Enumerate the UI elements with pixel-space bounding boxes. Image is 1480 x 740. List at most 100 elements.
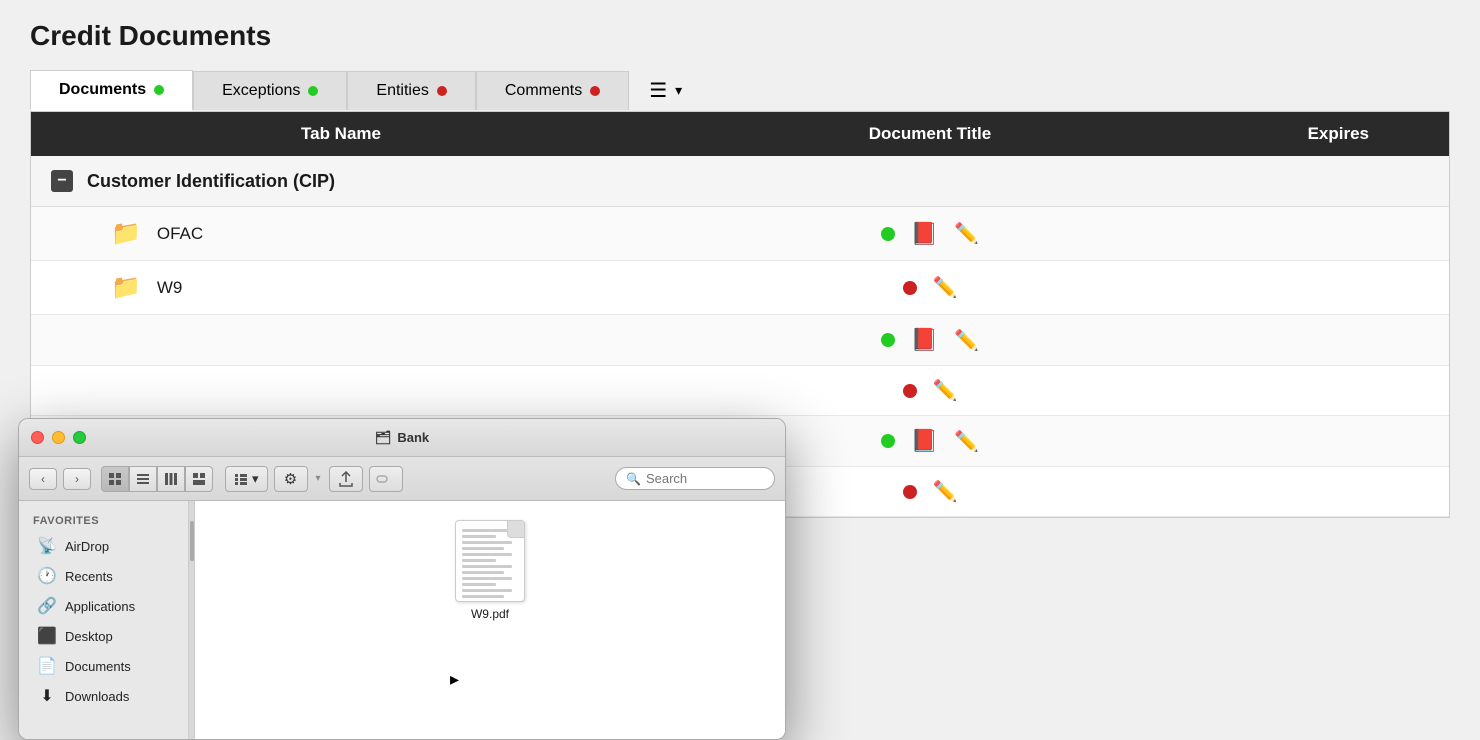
pdf-line [462, 583, 496, 586]
recents-icon: 🕐 [37, 566, 57, 586]
status-dot-3 [881, 333, 895, 347]
share-button[interactable] [329, 466, 363, 492]
sidebar-item-recents-label: Recents [65, 569, 113, 584]
desktop-icon: ⬛ [37, 626, 57, 646]
tabs-row: Documents Exceptions Entities Comments ☰… [30, 70, 1450, 111]
pdf-line [462, 601, 512, 602]
tab-exceptions-label: Exceptions [222, 82, 300, 100]
sidebar-item-documents-label: Documents [65, 659, 131, 674]
sidebar-item-documents[interactable]: 📄 Documents [23, 651, 184, 681]
finder-search-bar[interactable]: 🔍 [615, 467, 775, 490]
sidebar-item-applications[interactable]: 🔗 Applications [23, 591, 184, 621]
tab-exceptions[interactable]: Exceptions [193, 71, 347, 110]
finder-titlebar: 🗂 Bank [19, 419, 785, 457]
doc-status-cell-w9: ✏️ [631, 275, 1229, 300]
cursor: ▸ [450, 669, 459, 690]
sidebar-section-label: Favorites [19, 511, 188, 531]
tab-comments-label: Comments [505, 82, 582, 100]
edit-icon-w9[interactable]: ✏️ [933, 275, 958, 300]
finder-title-icon: 🗂 [375, 430, 392, 446]
tab-exceptions-dot [308, 86, 318, 96]
arrange-dropdown-arrow: ▾ [252, 471, 259, 487]
search-icon: 🔍 [626, 472, 641, 486]
pdf-line [462, 553, 512, 556]
edit-icon-ofac[interactable]: ✏️ [954, 221, 979, 246]
search-input[interactable] [646, 471, 766, 486]
window-minimize-button[interactable] [52, 431, 65, 444]
sidebar-item-desktop-label: Desktop [65, 629, 113, 644]
pdf-icon-3[interactable]: 📕 [911, 327, 938, 353]
section-header-cip: − Customer Identification (CIP) [31, 156, 1449, 207]
tab-comments[interactable]: Comments [476, 71, 629, 110]
pdf-line [462, 571, 504, 574]
tab-entities-label: Entities [376, 82, 428, 100]
edit-icon-4[interactable]: ✏️ [933, 378, 958, 403]
view-icon-button[interactable] [101, 466, 129, 492]
tab-documents-dot [154, 85, 164, 95]
table-header: Tab Name Document Title Expires [31, 112, 1449, 156]
header-tab-name: Tab Name [51, 124, 631, 144]
status-dot-4 [903, 384, 917, 398]
tab-documents-label: Documents [59, 81, 146, 99]
file-icon-container [450, 521, 530, 601]
doc-status-cell-ofac: 📕 ✏️ [631, 221, 1229, 247]
folder-icon-w9: 📁 [111, 273, 141, 302]
view-gallery-button[interactable] [185, 466, 213, 492]
doc-name-ofac: OFAC [157, 224, 203, 244]
tab-comments-dot [590, 86, 600, 96]
arrange-main: ▾ [226, 467, 267, 491]
gear-button[interactable]: ⚙ [274, 466, 308, 492]
back-button[interactable]: ‹ [29, 468, 57, 490]
menu-icon[interactable]: ☰ [649, 78, 667, 103]
doc-name-w9: W9 [157, 278, 183, 298]
pdf-line [462, 541, 512, 544]
sidebar-item-applications-label: Applications [65, 599, 135, 614]
pdf-file-thumbnail [455, 520, 525, 602]
header-expires: Expires [1229, 124, 1429, 144]
status-dot-w9 [903, 281, 917, 295]
view-buttons [101, 466, 213, 492]
finder-window: 🗂 Bank ‹ › ▾ ⚙ ▾ [18, 418, 786, 740]
pdf-icon-ofac[interactable]: 📕 [911, 221, 938, 247]
status-dot-6 [903, 485, 917, 499]
status-dot-5 [881, 434, 895, 448]
view-column-button[interactable] [157, 466, 185, 492]
downloads-icon: ⬇ [37, 686, 57, 706]
forward-button[interactable]: › [63, 468, 91, 490]
pdf-line [462, 565, 512, 568]
doc-name-cell-ofac: 📁 OFAC [51, 219, 631, 248]
pdf-line [462, 535, 496, 538]
window-close-button[interactable] [31, 431, 44, 444]
finder-toolbar: ‹ › ▾ ⚙ ▾ [19, 457, 785, 501]
finder-title-text: Bank [397, 430, 429, 445]
sidebar-item-downloads-label: Downloads [65, 689, 129, 704]
finder-title: 🗂 Bank [375, 430, 429, 446]
window-maximize-button[interactable] [73, 431, 86, 444]
file-item-w9[interactable]: W9.pdf [215, 521, 765, 621]
table-row: ✏️ [31, 366, 1449, 416]
dropdown-icon[interactable]: ▾ [675, 82, 682, 99]
edit-icon-3[interactable]: ✏️ [954, 328, 979, 353]
sidebar-item-airdrop[interactable]: 📡 AirDrop [23, 531, 184, 561]
arrange-button[interactable]: ▾ [225, 466, 268, 492]
collapse-button[interactable]: − [51, 170, 73, 192]
tags-button[interactable] [369, 466, 403, 492]
section-title: Customer Identification (CIP) [87, 171, 335, 192]
gear-dropdown-arrow: ▾ [316, 473, 321, 484]
edit-icon-6[interactable]: ✏️ [933, 479, 958, 504]
pdf-icon-5[interactable]: 📕 [911, 428, 938, 454]
tab-documents[interactable]: Documents [30, 70, 193, 111]
tabs-actions: ☰ ▾ [649, 78, 682, 103]
applications-icon: 🔗 [37, 596, 57, 616]
edit-icon-5[interactable]: ✏️ [954, 429, 979, 454]
finder-sidebar: Favorites 📡 AirDrop 🕐 Recents 🔗 Applicat… [19, 501, 189, 739]
view-list-button[interactable] [129, 466, 157, 492]
sidebar-item-downloads[interactable]: ⬇ Downloads [23, 681, 184, 711]
sidebar-item-desktop[interactable]: ⬛ Desktop [23, 621, 184, 651]
sidebar-scrollbar-thumb [190, 521, 194, 561]
finder-content: W9.pdf ▸ [195, 501, 785, 739]
sidebar-item-recents[interactable]: 🕐 Recents [23, 561, 184, 591]
page-title: Credit Documents [30, 20, 1450, 52]
tab-entities[interactable]: Entities [347, 71, 475, 110]
sidebar-item-airdrop-label: AirDrop [65, 539, 109, 554]
